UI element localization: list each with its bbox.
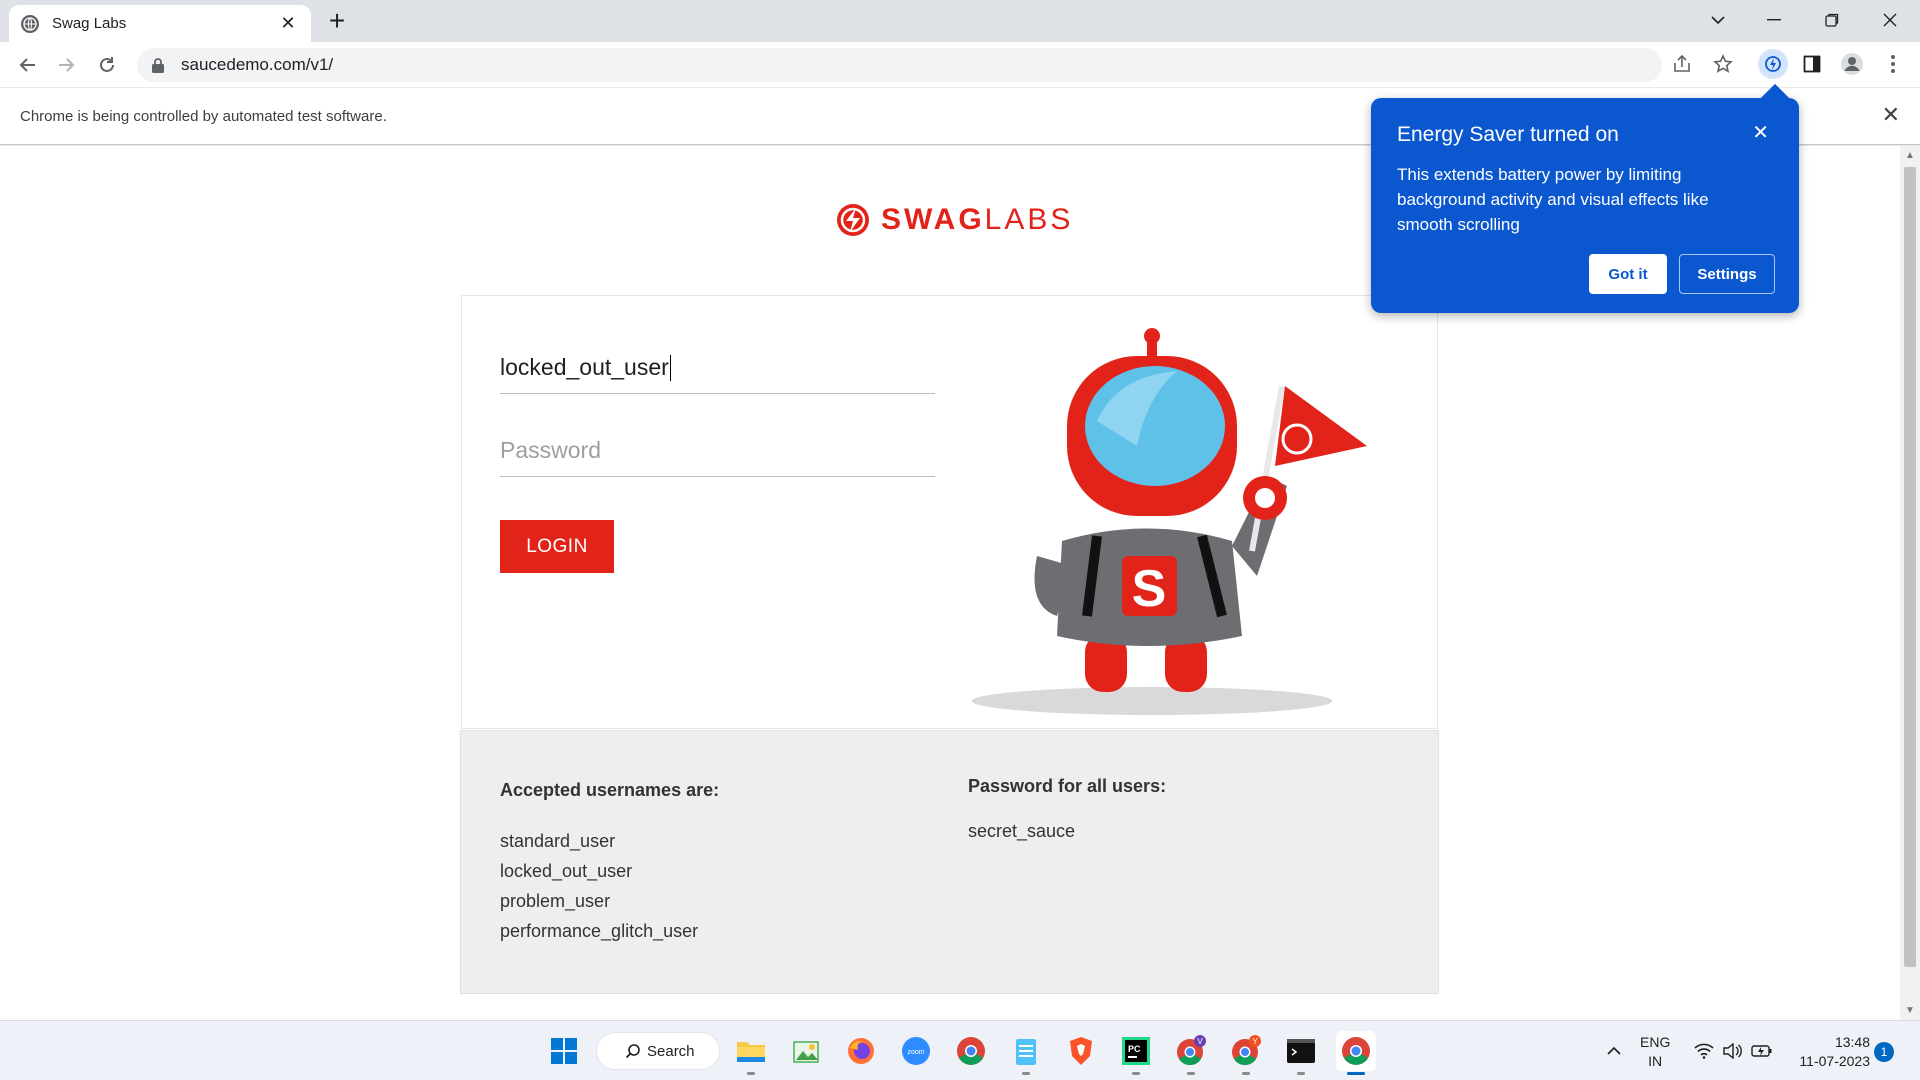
firefox-icon: [848, 1038, 874, 1064]
list-item: locked_out_user: [500, 861, 633, 881]
energy-saver-icon[interactable]: [1758, 49, 1788, 79]
profile-avatar-icon[interactable]: [1837, 49, 1867, 79]
wifi-icon[interactable]: [1692, 1021, 1716, 1080]
side-panel-icon[interactable]: [1797, 49, 1827, 79]
image-editor-icon: [793, 1041, 819, 1063]
chrome-icon: [1342, 1037, 1370, 1065]
brave-icon: [1070, 1037, 1092, 1065]
taskbar-chrome-3[interactable]: Y: [1226, 1031, 1266, 1075]
text-caret: [669, 355, 671, 381]
bubble-body: This extends battery power by limiting b…: [1397, 165, 1709, 234]
back-arrow-icon[interactable]: [12, 50, 42, 80]
bubble-title: Energy Saver turned on: [1397, 123, 1619, 146]
password-value: secret_sauce: [968, 821, 1076, 841]
notepad-icon: [1016, 1039, 1036, 1065]
tab-title: Swag Labs: [52, 15, 127, 32]
reload-icon[interactable]: [92, 50, 122, 80]
taskbar-zoom[interactable]: zoom: [896, 1031, 936, 1071]
logo-wordmark: SWAGLABS: [881, 203, 1074, 236]
taskbar-photos[interactable]: [786, 1031, 826, 1071]
tab-search-chevron-icon[interactable]: [1690, 0, 1746, 40]
notification-badge[interactable]: 1: [1874, 1042, 1894, 1062]
list-item: performance_glitch_user: [500, 921, 699, 941]
svg-text:S: S: [1132, 560, 1167, 618]
login-panel: locked_out_user Password LOGIN S: [461, 295, 1438, 729]
usernames-heading: Accepted usernames are:: [500, 780, 720, 800]
taskbar-terminal[interactable]: [1281, 1031, 1321, 1075]
svg-text:zoom: zoom: [907, 1049, 924, 1056]
taskbar-chrome-2[interactable]: V: [1171, 1031, 1211, 1075]
window-close-button[interactable]: [1862, 0, 1918, 40]
energy-saver-bubble: Energy Saver turned on ✕ This extends ba…: [1371, 98, 1799, 313]
svg-text:PC: PC: [1128, 1044, 1141, 1054]
share-icon[interactable]: [1667, 49, 1697, 79]
address-bar[interactable]: saucedemo.com/v1/: [137, 48, 1662, 82]
zoom-icon: zoom: [902, 1037, 930, 1065]
bubble-close-icon[interactable]: ✕: [1752, 120, 1769, 145]
page-scrollbar[interactable]: ▲ ▼: [1900, 146, 1920, 1020]
scrollbar-thumb[interactable]: [1904, 167, 1916, 967]
tab-close-icon[interactable]: ✕: [277, 13, 299, 34]
taskbar-pycharm[interactable]: PC: [1116, 1031, 1156, 1075]
new-tab-button[interactable]: +: [322, 6, 352, 36]
taskbar-file-explorer[interactable]: [731, 1031, 771, 1075]
windows-taskbar: Search zoom PC V Y ENG IN 13:48 11-07-20…: [0, 1020, 1920, 1080]
forward-arrow-icon[interactable]: [52, 50, 82, 80]
minimize-button[interactable]: [1746, 0, 1802, 40]
pycharm-icon: PC: [1122, 1037, 1150, 1065]
taskbar-chrome-1[interactable]: [951, 1031, 991, 1071]
bookmark-star-icon[interactable]: [1708, 49, 1738, 79]
folder-icon: [737, 1042, 765, 1062]
list-item: standard_user: [500, 831, 616, 851]
language-indicator[interactable]: ENG IN: [1640, 1033, 1670, 1071]
chrome-profile-v-icon: V: [1177, 1035, 1206, 1066]
browser-toolbar: saucedemo.com/v1/: [0, 42, 1920, 88]
url-text: saucedemo.com/v1/: [181, 55, 334, 74]
restore-button[interactable]: [1804, 0, 1860, 40]
swag-labs-logo-mark-icon: [837, 204, 869, 236]
browser-tab[interactable]: Swag Labs ✕: [9, 5, 311, 42]
password-input[interactable]: Password: [500, 423, 935, 477]
battery-icon[interactable]: [1750, 1021, 1774, 1080]
scroll-up-icon[interactable]: ▲: [1905, 150, 1915, 161]
taskbar-firefox[interactable]: [841, 1031, 881, 1071]
infobar-message: Chrome is being controlled by automated …: [20, 108, 387, 125]
chrome-icon: [957, 1037, 985, 1065]
chrome-profile-y-icon: Y: [1232, 1035, 1261, 1066]
taskbar-notepad[interactable]: [1006, 1031, 1046, 1075]
svg-text:Y: Y: [1252, 1037, 1258, 1046]
taskbar-search[interactable]: Search: [596, 1032, 720, 1070]
scroll-down-icon[interactable]: ▼: [1905, 1005, 1915, 1016]
username-input[interactable]: locked_out_user: [500, 340, 935, 394]
volume-icon[interactable]: [1720, 1021, 1744, 1080]
start-button[interactable]: [544, 1031, 584, 1071]
got-it-button[interactable]: Got it: [1589, 254, 1667, 294]
taskbar-brave[interactable]: [1061, 1031, 1101, 1071]
credentials-panel: Accepted usernames are: standard_user lo…: [460, 730, 1439, 994]
infobar-close-icon[interactable]: ✕: [1882, 102, 1900, 128]
taskbar-chrome-active[interactable]: [1336, 1031, 1376, 1075]
system-clock[interactable]: 13:48 11-07-2023: [1790, 1033, 1870, 1071]
terminal-icon: [1287, 1039, 1315, 1063]
search-icon: [625, 1044, 640, 1059]
robot-mascot-illustration: S: [972, 328, 1367, 715]
lock-icon: [152, 58, 164, 73]
usernames-list: standard_user locked_out_user problem_us…: [500, 831, 698, 951]
kebab-menu-icon[interactable]: [1878, 49, 1908, 79]
svg-text:V: V: [1197, 1037, 1203, 1046]
login-button[interactable]: LOGIN: [500, 520, 614, 573]
password-heading: Password for all users:: [968, 776, 1167, 796]
windows-logo-icon: [551, 1038, 577, 1064]
list-item: problem_user: [500, 891, 611, 911]
settings-button[interactable]: Settings: [1679, 254, 1775, 294]
tab-strip: Swag Labs ✕ +: [0, 0, 1920, 42]
show-hidden-icons-chevron-icon[interactable]: [1600, 1021, 1628, 1080]
globe-icon: [21, 14, 39, 33]
swag-labs-logo: SWAGLABS: [835, 202, 1073, 238]
